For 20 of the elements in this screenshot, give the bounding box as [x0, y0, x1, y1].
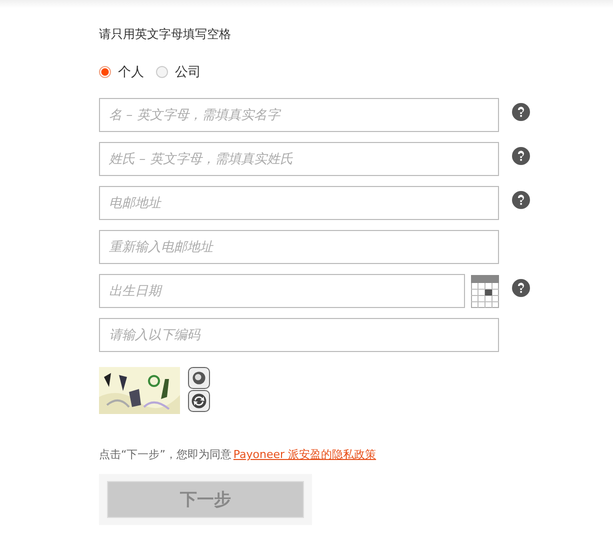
help-icon[interactable] — [512, 279, 530, 297]
refresh-button[interactable] — [188, 390, 210, 412]
help-icon[interactable] — [512, 103, 530, 121]
input-field[interactable]: 姓氏 – 英文字母，需填真实姓氏 — [99, 142, 499, 176]
radio-option[interactable]: 个人 — [99, 63, 144, 81]
speaker-icon — [190, 369, 208, 387]
radio-option[interactable]: 公司 — [156, 63, 201, 81]
input-field[interactable]: 电邮地址 — [99, 186, 499, 220]
audio-button[interactable] — [188, 367, 210, 389]
input-field[interactable]: 出生日期 — [99, 274, 465, 308]
input-field[interactable]: 名 – 英文字母，需填真实名字 — [99, 98, 499, 132]
help-icon[interactable] — [512, 191, 530, 209]
instruction-text: 请只用英文字母填写空格 — [99, 26, 232, 42]
calendar-icon[interactable] — [471, 274, 499, 308]
input-field[interactable]: 重新输入电邮地址 — [99, 230, 499, 264]
input-field[interactable]: 请输入以下编码 — [99, 318, 499, 352]
consent-text: 点击“下一步”，您即为同意 — [99, 447, 232, 462]
privacy-policy-link[interactable]: Payoneer 派安盈的隐私政策 — [233, 447, 376, 462]
refresh-icon — [190, 392, 208, 410]
help-icon[interactable] — [512, 147, 530, 165]
